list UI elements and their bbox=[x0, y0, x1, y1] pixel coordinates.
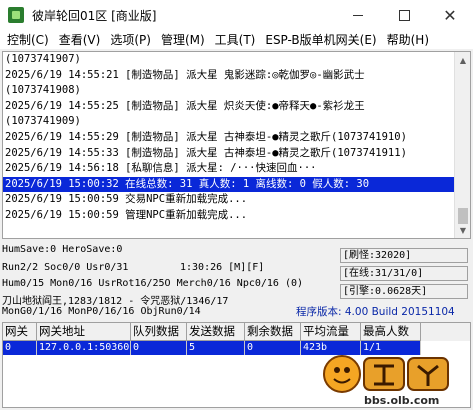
table-cell: 5 bbox=[187, 341, 245, 355]
log-line[interactable]: (1073741908) bbox=[3, 83, 455, 99]
engine-uptime: [引擎:0.0628天] bbox=[340, 284, 468, 299]
log-line[interactable]: (1073741907) bbox=[3, 52, 455, 68]
table-cell: 0 bbox=[245, 341, 301, 355]
column-header[interactable]: 网关 bbox=[3, 323, 37, 341]
log-line[interactable]: 2025/6/19 15:00:32 在线总数: 31 真人数: 1 离线数: … bbox=[3, 176, 455, 193]
menu-gateway[interactable]: ESP-B版单机网关(E) bbox=[260, 31, 381, 48]
column-header[interactable]: 发送数据 bbox=[187, 323, 245, 341]
watermark-url: bbs.olb.com bbox=[364, 394, 439, 407]
column-header[interactable]: 队列数据 bbox=[131, 323, 187, 341]
app-icon bbox=[8, 7, 24, 23]
table-cell: 0 bbox=[131, 341, 187, 355]
log-list: (1073741907) 2025/6/19 14:55:21 [制造物品] 派大… bbox=[3, 52, 470, 224]
online-counter: [在线:31/31/0] bbox=[340, 266, 468, 281]
minimize-button[interactable] bbox=[335, 0, 381, 30]
log-scrollbar[interactable]: ▲ ▼ bbox=[454, 52, 470, 238]
window-title: 彼岸轮回01区 [商业版] bbox=[32, 8, 157, 23]
object-status: Hum0/15 Mon0/16 UsrRot16/25O Merch0/16 N… bbox=[2, 278, 304, 289]
column-header[interactable]: 剩余数据 bbox=[245, 323, 301, 341]
scroll-up-icon[interactable]: ▲ bbox=[455, 52, 470, 68]
log-panel[interactable]: (1073741907) 2025/6/19 14:55:21 [制造物品] 派大… bbox=[2, 51, 471, 239]
menu-view[interactable]: 查看(V) bbox=[54, 31, 106, 48]
save-status: HumSave:0 HeroSave:0 bbox=[2, 244, 123, 255]
status-panel: HumSave:0 HeroSave:0 Run2/2 Soc0/0 Usr0/… bbox=[2, 242, 471, 320]
menu-bar: 控制(C) 查看(V) 选项(P) 管理(M) 工具(T) ESP-B版单机网关… bbox=[0, 30, 473, 50]
gateway-table-header: 网关 网关地址 队列数据 发送数据 剩余数据 平均流量 最高人数 bbox=[3, 323, 470, 341]
menu-tools[interactable]: 工具(T) bbox=[210, 31, 261, 48]
monster-status: MonG0/1/16 MonP0/16/16 ObjRun0/14 bbox=[2, 306, 201, 317]
menu-manage[interactable]: 管理(M) bbox=[156, 31, 210, 48]
menu-control[interactable]: 控制(C) bbox=[2, 31, 54, 48]
refresh-counter: [刷怪:32020] bbox=[340, 248, 468, 263]
log-line[interactable]: 2025/6/19 14:55:29 [制造物品] 派大星 古神泰坦-●精灵之歌… bbox=[3, 130, 455, 146]
forum-watermark-logo: bbs.olb.com bbox=[323, 355, 449, 407]
menu-options[interactable]: 选项(P) bbox=[105, 31, 156, 48]
scroll-down-icon[interactable]: ▼ bbox=[455, 222, 470, 238]
maximize-button[interactable] bbox=[381, 0, 427, 30]
table-cell: 127.0.0.1:50360 bbox=[37, 341, 131, 355]
window-controls: ✕ bbox=[335, 0, 473, 30]
clock-status: 1:30:26 [M][F] bbox=[180, 262, 265, 273]
log-line[interactable]: 2025/6/19 14:55:33 [制造物品] 派大星 古神泰坦-●精灵之歌… bbox=[3, 146, 455, 162]
version-label: 程序版本: 4.00 Build 20151104 bbox=[296, 306, 455, 318]
column-header[interactable]: 最高人数 bbox=[361, 323, 421, 341]
boss-status: 刀山地狱阎王,1283/1812 - 令咒恶狱/1346/17 bbox=[2, 296, 229, 307]
log-line[interactable]: 2025/6/19 14:55:21 [制造物品] 派大星 鬼影迷踪:◎乾伽罗◎… bbox=[3, 68, 455, 84]
log-line[interactable]: 2025/6/19 15:00:59 交易NPC重新加载完成... bbox=[3, 192, 455, 208]
menu-help[interactable]: 帮助(H) bbox=[382, 31, 434, 48]
title-bar: 彼岸轮回01区 [商业版] ✕ bbox=[0, 0, 473, 30]
run-status: Run2/2 Soc0/0 Usr0/31 bbox=[2, 262, 129, 273]
table-cell: 0 bbox=[3, 341, 37, 355]
log-line[interactable]: (1073741909) bbox=[3, 114, 455, 130]
log-line[interactable]: 2025/6/19 14:55:25 [制造物品] 派大星 炽炎天使:●帝释天●… bbox=[3, 99, 455, 115]
log-line[interactable]: 2025/6/19 15:00:59 管理NPC重新加载完成... bbox=[3, 208, 455, 224]
close-button[interactable]: ✕ bbox=[427, 0, 473, 30]
column-header[interactable]: 平均流量 bbox=[301, 323, 361, 341]
log-line[interactable]: 2025/6/19 14:56:18 [私聊信息] 派大星: /···快速回血·… bbox=[3, 161, 455, 177]
column-header[interactable]: 网关地址 bbox=[37, 323, 131, 341]
